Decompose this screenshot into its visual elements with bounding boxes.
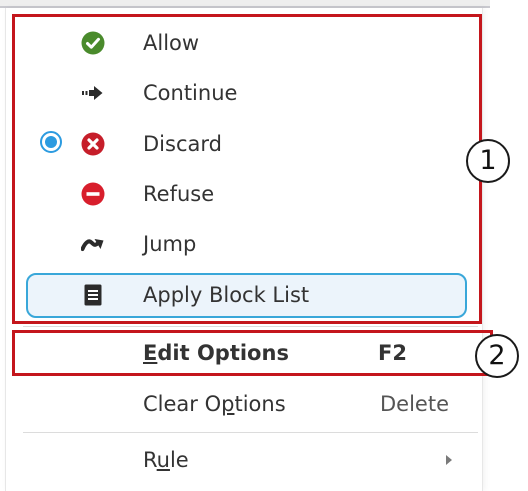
callout-badge-1: 1 xyxy=(466,139,510,183)
triangle-right-icon[interactable] xyxy=(446,455,452,465)
label-text: le xyxy=(169,448,189,472)
top-strip xyxy=(0,0,490,8)
menu-item-rule[interactable]: Rule xyxy=(6,435,482,485)
menu-divider xyxy=(23,432,478,433)
callout-badge-2: 2 xyxy=(475,334,519,378)
mnemonic-letter: p xyxy=(221,392,235,416)
menu-divider xyxy=(23,326,478,327)
label-text: Clear O xyxy=(143,392,222,416)
highlight-box-2 xyxy=(12,330,493,376)
menu-item-label: Rule xyxy=(143,447,189,473)
label-text: tions xyxy=(234,392,286,416)
label-text: R xyxy=(143,448,157,472)
menu-item-clear-options[interactable]: Clear Options Delete xyxy=(6,379,482,429)
mnemonic-letter: u xyxy=(156,448,170,472)
highlight-box-1 xyxy=(12,14,482,324)
menu-item-label: Clear Options xyxy=(143,391,286,417)
shortcut-label: Delete xyxy=(380,392,449,416)
